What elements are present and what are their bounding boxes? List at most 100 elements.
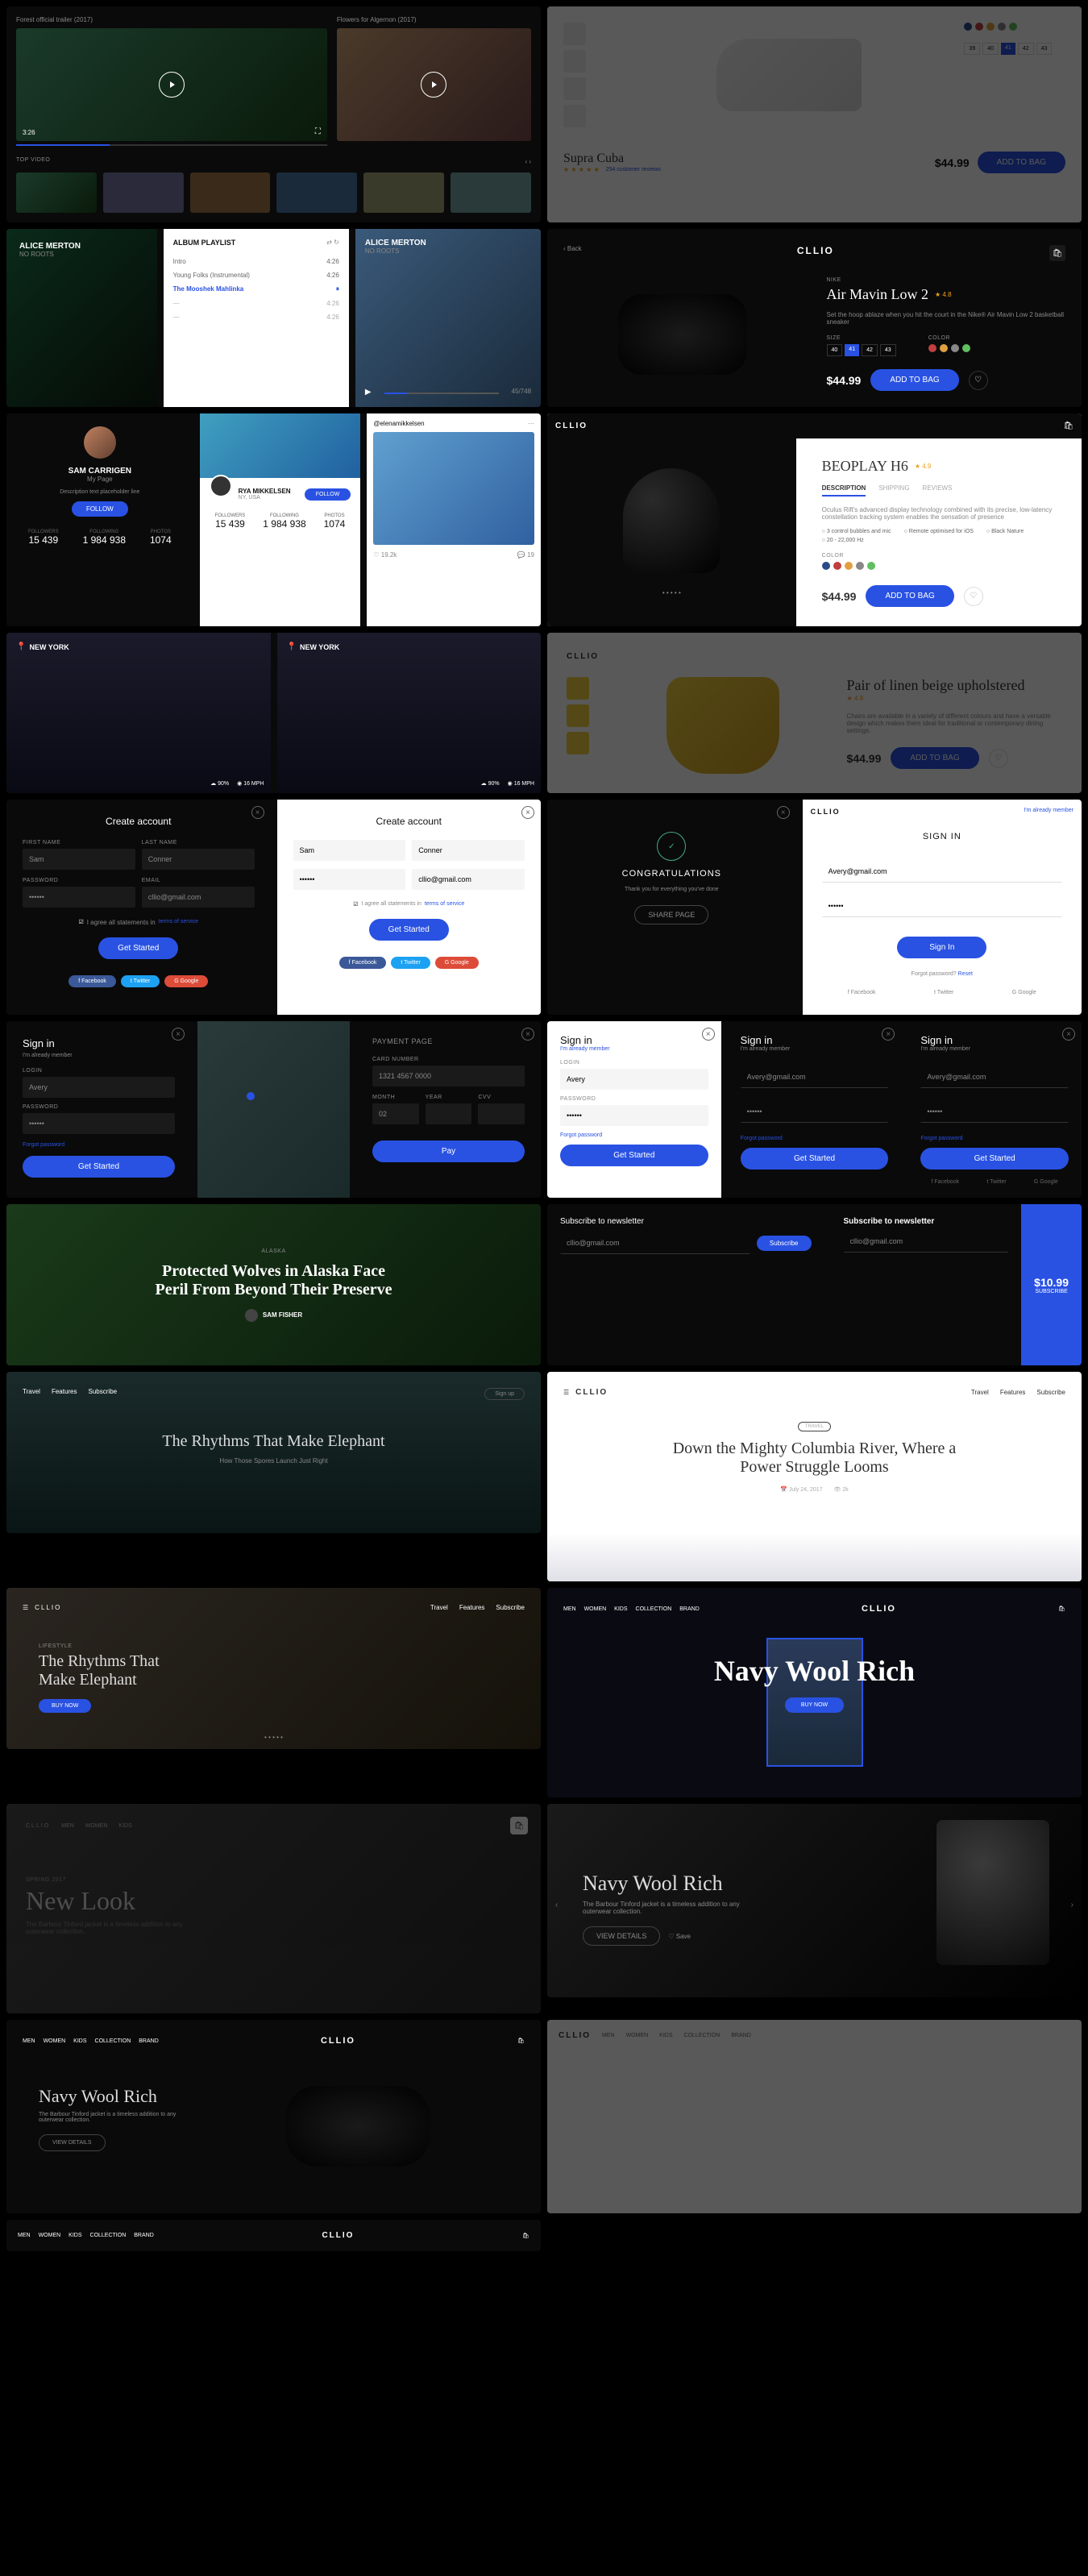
nav-link[interactable]: COLLECTION (684, 2033, 720, 2038)
comment-icon[interactable]: 💬 19 (517, 551, 534, 559)
cvv-input[interactable] (478, 1103, 525, 1124)
product-thumb[interactable] (567, 704, 589, 727)
forgot-link[interactable]: Forgot password (920, 1136, 1069, 1141)
nav-arrows[interactable]: ‹ › (525, 158, 531, 165)
product-thumb[interactable] (563, 77, 586, 100)
email-input[interactable] (412, 869, 525, 890)
nav-link[interactable]: Travel (23, 1388, 40, 1400)
next-arrow[interactable]: › (1071, 1901, 1073, 1909)
password-input[interactable] (822, 895, 1062, 917)
nav-link[interactable]: WOMEN (85, 1823, 108, 1829)
terms-link[interactable]: terms of service (425, 901, 464, 908)
google-button[interactable]: G Google (435, 957, 479, 969)
close-icon[interactable]: × (251, 806, 264, 819)
email-input[interactable] (560, 1232, 750, 1254)
video-player-2[interactable] (337, 28, 531, 141)
nav-link[interactable]: BRAND (731, 2033, 751, 2038)
firstname-input[interactable] (23, 849, 135, 870)
lastname-input[interactable] (412, 840, 525, 861)
facebook-link[interactable]: f Facebook (931, 1179, 959, 1185)
size-option-selected[interactable]: 41 (1001, 43, 1015, 55)
checkbox[interactable]: ☑ (78, 919, 83, 926)
nav-link[interactable]: COLLECTION (90, 2233, 127, 2238)
bag-icon[interactable]: 🛍 (522, 2233, 529, 2239)
bag-icon[interactable]: 🛍 (1058, 1606, 1065, 1612)
add-to-bag-button[interactable]: ADD TO BAG (891, 747, 978, 769)
submit-button[interactable]: Get Started (560, 1145, 708, 1166)
nav-link[interactable]: WOMEN (44, 2038, 66, 2044)
follow-button[interactable]: FOLLOW (72, 501, 128, 517)
size-option[interactable]: 42 (862, 344, 878, 356)
nav-link[interactable]: MEN (18, 2233, 31, 2238)
lastname-input[interactable] (142, 849, 255, 870)
nav-link[interactable]: Features (1000, 1389, 1026, 1396)
forgot-link[interactable]: Forgot password (560, 1132, 708, 1138)
nav-link[interactable]: Travel (430, 1604, 448, 1611)
twitter-button[interactable]: t Twitter (121, 975, 160, 987)
color-swatches[interactable] (928, 344, 974, 355)
add-to-bag-button[interactable]: ADD TO BAG (866, 585, 953, 607)
close-icon[interactable]: × (521, 1028, 534, 1041)
nav-link[interactable]: KIDS (69, 2233, 81, 2238)
password-input[interactable] (560, 1105, 708, 1126)
size-option[interactable]: 42 (1018, 43, 1034, 55)
checkbox[interactable]: ☑ (353, 901, 358, 908)
like-icon[interactable]: ♡ 19.2k (373, 551, 397, 559)
thumb[interactable] (16, 172, 97, 213)
nav-link[interactable]: BRAND (679, 1606, 700, 1612)
nav-link[interactable]: BRAND (134, 2233, 154, 2238)
twitter-link[interactable]: t Twitter (934, 990, 953, 995)
twitter-link[interactable]: t Twitter (986, 1179, 1006, 1185)
nav-link[interactable]: KIDS (659, 2033, 672, 2038)
login-input[interactable] (560, 1069, 708, 1090)
thumb[interactable] (363, 172, 444, 213)
password-input[interactable] (23, 887, 135, 908)
tab[interactable]: REVIEWS (923, 484, 953, 497)
color-swatches[interactable] (964, 23, 1065, 33)
heart-icon[interactable]: ♡ (989, 749, 1008, 768)
nav-link[interactable]: KIDS (614, 1606, 627, 1612)
login-input[interactable] (822, 861, 1062, 883)
nav-link[interactable]: MEN (602, 2033, 615, 2038)
pagination-dots[interactable]: • • • • • (662, 589, 681, 596)
bag-icon[interactable]: 🛍 (510, 1817, 528, 1834)
size-option[interactable]: 39 (964, 43, 980, 55)
player-controls[interactable]: ▶ 45/748 (365, 388, 531, 399)
close-icon[interactable]: × (882, 1028, 895, 1041)
login-input[interactable] (920, 1066, 1069, 1088)
play-icon[interactable] (421, 72, 446, 98)
forgot-link[interactable]: Forgot password (23, 1142, 175, 1148)
heart-icon[interactable]: ♡ (969, 371, 988, 390)
twitter-button[interactable]: t Twitter (391, 957, 430, 969)
buy-button[interactable]: BUY NOW (39, 1699, 91, 1713)
year-input[interactable] (426, 1103, 472, 1124)
terms-link[interactable]: terms of service (159, 919, 198, 926)
product-thumb[interactable] (567, 732, 589, 754)
product-thumb[interactable] (563, 23, 586, 45)
forgot-link[interactable]: Forgot password (741, 1136, 889, 1141)
pagination-dots[interactable]: • • • • • (6, 1734, 541, 1741)
add-to-bag-button[interactable]: ADD TO BAG (870, 369, 958, 391)
thumb[interactable] (190, 172, 271, 213)
size-option[interactable]: 43 (1036, 43, 1053, 55)
close-icon[interactable]: × (172, 1028, 185, 1041)
nav-link[interactable]: COLLECTION (95, 2038, 131, 2044)
password-input[interactable] (741, 1101, 889, 1123)
prev-arrow[interactable]: ‹ (555, 1901, 558, 1909)
google-link[interactable]: G Google (1034, 1179, 1058, 1185)
login-input[interactable] (741, 1066, 889, 1088)
thumb[interactable] (103, 172, 184, 213)
submit-button[interactable]: Get Started (369, 919, 449, 941)
password-input[interactable] (293, 869, 406, 890)
nav-link[interactable]: WOMEN (39, 2233, 61, 2238)
bag-icon[interactable]: 🛍 (1049, 245, 1065, 261)
submit-button[interactable]: Get Started (741, 1148, 889, 1170)
facebook-button[interactable]: f Facebook (339, 957, 387, 969)
firstname-input[interactable] (293, 840, 406, 861)
facebook-link[interactable]: f Facebook (848, 990, 876, 995)
save-link[interactable]: ♡ Save (668, 1933, 691, 1940)
submit-button[interactable]: Get Started (920, 1148, 1069, 1170)
close-icon[interactable]: × (521, 806, 534, 819)
share-button[interactable]: SHARE PAGE (634, 905, 708, 924)
subscribe-button[interactable]: Subscribe (757, 1236, 812, 1251)
